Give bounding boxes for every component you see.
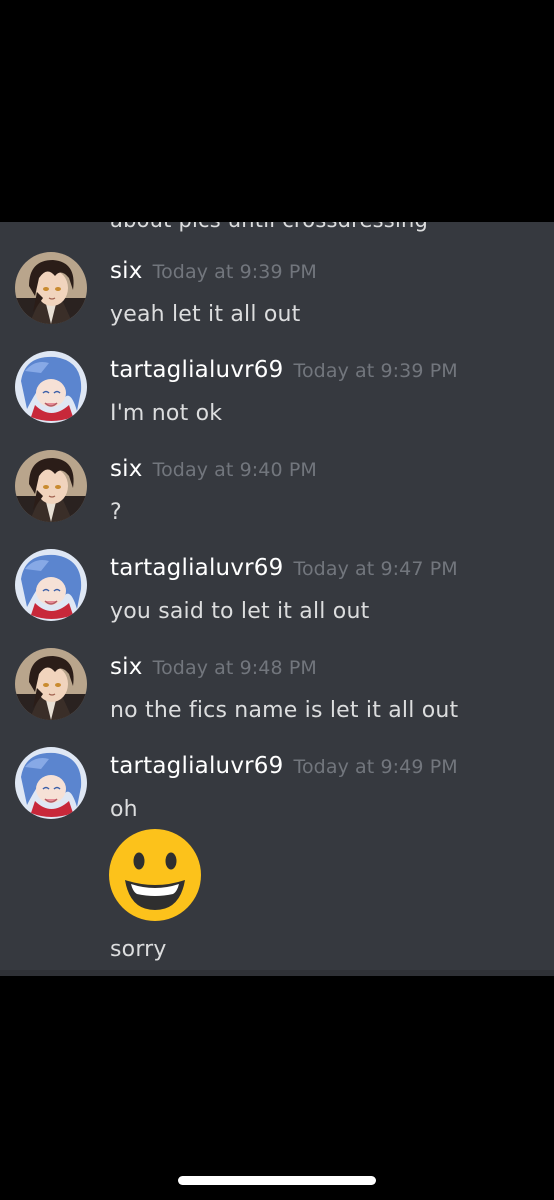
grinning-face-emoji-icon[interactable] bbox=[108, 828, 202, 922]
timestamp: Today at 9:49 PM bbox=[293, 756, 458, 778]
avatar[interactable] bbox=[15, 549, 87, 621]
timestamp: Today at 9:48 PM bbox=[152, 657, 317, 679]
avatar[interactable] bbox=[15, 450, 87, 522]
phone-screen: about pics until crossdressing s bbox=[0, 0, 554, 1200]
message-header: tartaglialuvr69 Today at 9:49 PM bbox=[110, 753, 458, 779]
dark-hair-character-avatar-icon bbox=[15, 252, 87, 324]
cutoff-message-text: about pics until crossdressing bbox=[110, 222, 428, 232]
message-text: no the fics name is let it all out bbox=[110, 698, 459, 723]
message-text: oh bbox=[110, 797, 138, 822]
username[interactable]: tartaglialuvr69 bbox=[110, 555, 283, 581]
blue-hair-character-avatar-icon bbox=[15, 351, 87, 423]
avatar[interactable] bbox=[15, 351, 87, 423]
message-header: tartaglialuvr69 Today at 9:47 PM bbox=[110, 555, 458, 581]
message-header: six Today at 9:39 PM bbox=[110, 258, 317, 284]
timestamp: Today at 9:39 PM bbox=[293, 360, 458, 382]
timestamp: Today at 9:47 PM bbox=[293, 558, 458, 580]
avatar[interactable] bbox=[15, 648, 87, 720]
message-text: you said to let it all out bbox=[110, 599, 370, 624]
avatar[interactable] bbox=[15, 747, 87, 819]
chat-message-list[interactable]: about pics until crossdressing s bbox=[0, 222, 554, 970]
message-text: sorry bbox=[110, 937, 167, 962]
chat-bottom-divider bbox=[0, 970, 554, 976]
dark-hair-character-avatar-icon bbox=[15, 450, 87, 522]
username[interactable]: six bbox=[110, 258, 143, 284]
message-header: six Today at 9:40 PM bbox=[110, 456, 317, 482]
blue-hair-character-avatar-icon bbox=[15, 747, 87, 819]
message-text: I'm not ok bbox=[110, 401, 223, 426]
username[interactable]: six bbox=[110, 456, 143, 482]
username[interactable]: tartaglialuvr69 bbox=[110, 357, 283, 383]
message-header: six Today at 9:48 PM bbox=[110, 654, 317, 680]
timestamp: Today at 9:39 PM bbox=[152, 261, 317, 283]
username[interactable]: six bbox=[110, 654, 143, 680]
timestamp: Today at 9:40 PM bbox=[152, 459, 317, 481]
home-indicator[interactable] bbox=[178, 1176, 376, 1185]
dark-hair-character-avatar-icon bbox=[15, 648, 87, 720]
blue-hair-character-avatar-icon bbox=[15, 549, 87, 621]
message-text: yeah let it all out bbox=[110, 302, 301, 327]
message-text: ? bbox=[110, 500, 122, 525]
message-header: tartaglialuvr69 Today at 9:39 PM bbox=[110, 357, 458, 383]
avatar[interactable] bbox=[15, 252, 87, 324]
username[interactable]: tartaglialuvr69 bbox=[110, 753, 283, 779]
